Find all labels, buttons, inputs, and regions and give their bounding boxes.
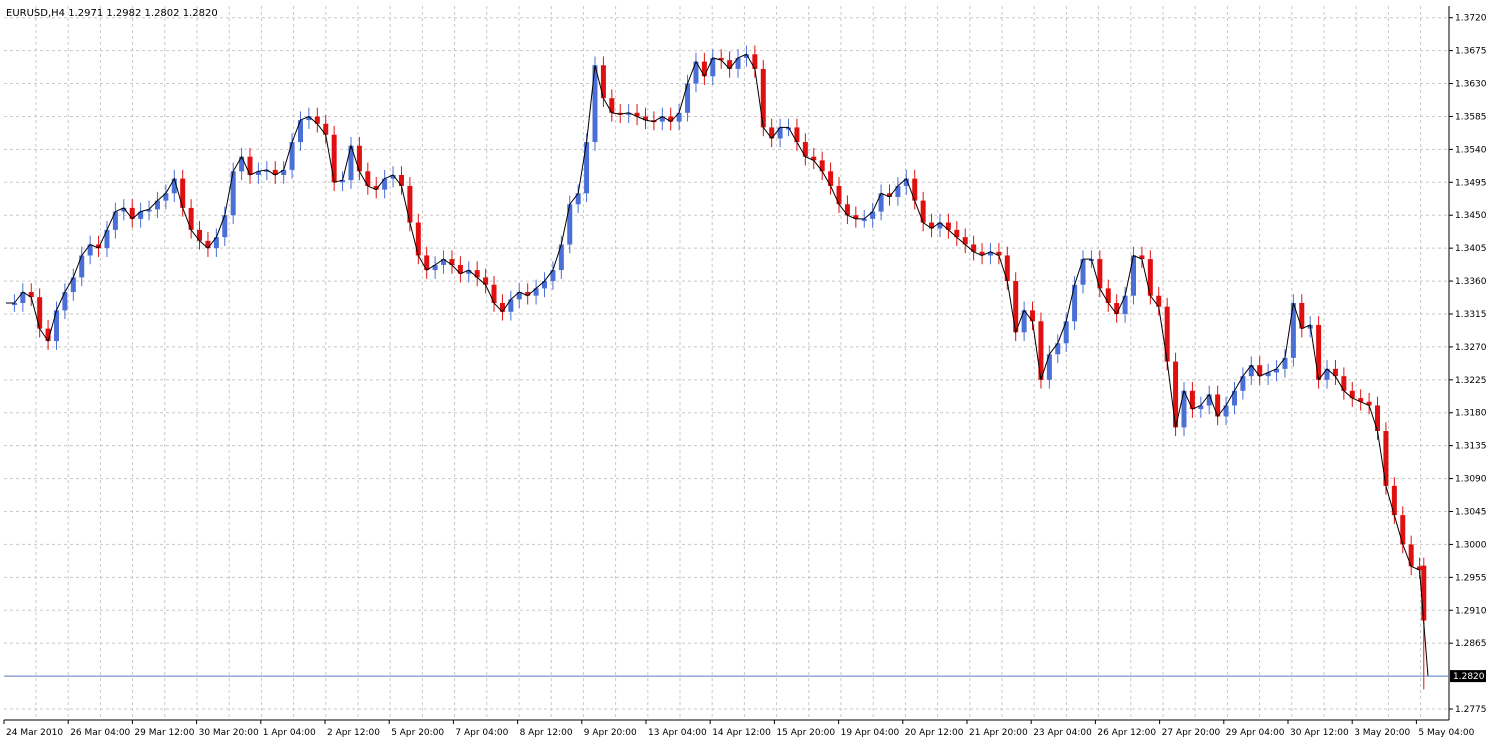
candle-body [1421,565,1427,621]
y-tick-label: 1.3360 [1455,277,1487,287]
y-tick-label: 1.3540 [1455,145,1487,155]
candle-body [760,68,766,128]
y-tick-label: 1.3180 [1455,409,1487,419]
candle-body [584,142,590,194]
x-tick-label: 15 Apr 20:00 [776,728,835,738]
x-tick-label: 3 May 20:00 [1354,728,1410,738]
y-tick-label: 1.3675 [1455,47,1487,57]
candle-body [1173,361,1179,428]
x-tick-label: 20 Apr 12:00 [905,728,964,738]
y-tick-label: 1.2865 [1455,639,1487,649]
x-tick-label: 26 Mar 04:00 [70,728,130,738]
y-tick-label: 1.3135 [1455,442,1487,452]
y-tick-label: 1.3000 [1455,540,1487,550]
chart-window[interactable]: 1.2820 1.3720 1.3675 1.3630 1.3585 1.3540 1.3… [0,0,1488,743]
price-chart[interactable]: 1.2820 1.37201.36751.36301.35851.35401.3… [0,0,1488,743]
x-tick-label: 14 Apr 12:00 [712,728,771,738]
x-tick-label: 29 Mar 12:00 [134,728,194,738]
axes-layer: 1.2820 [3,6,1486,724]
y-tick-label: 1.2775 [1455,705,1487,715]
y-tick-label: 1.3585 [1455,112,1487,122]
chart-title: EURUSD,H4 1.2971 1.2982 1.2802 1.2820 [6,8,218,19]
candle-body [1400,515,1406,545]
y-tick-label: 1.3720 [1455,14,1487,24]
y-tick-label: 1.3630 [1455,80,1487,90]
y-tick-label: 1.2910 [1455,606,1487,616]
x-tick-label: 8 Apr 12:00 [520,728,573,738]
candles-layer [11,45,1427,690]
x-tick-label: 9 Apr 20:00 [584,728,637,738]
candle-body [1164,306,1170,362]
x-axis-labels: 24 Mar 2010 26 Mar 04:00 29 Mar 12:00 30 Ma… [6,728,1475,738]
x-tick-label: 23 Apr 04:00 [1033,728,1092,738]
y-tick-label: 1.3090 [1455,475,1487,485]
grid-layer [4,6,1449,720]
y-tick-label: 1.3495 [1455,178,1487,188]
y-tick-label: 1.2955 [1455,573,1487,583]
y-axis-labels: 1.3720 1.3675 1.3630 1.3585 1.3540 1.3495 1.34… [1455,14,1487,715]
x-tick-label: 5 Apr 20:00 [391,728,444,738]
x-tick-label: 30 Apr 12:00 [1290,728,1349,738]
price-line-layer [6,53,1429,677]
current-price-label: 1.2820 [1453,672,1485,682]
x-tick-label: 13 Apr 04:00 [648,728,707,738]
candle-body [407,185,413,223]
candle-body [567,204,573,245]
x-tick-label: 21 Apr 20:00 [969,728,1028,738]
x-tick-label: 30 Mar 20:00 [199,728,259,738]
y-tick-label: 1.3270 [1455,343,1487,353]
x-tick-label: 24 Mar 2010 [6,728,63,738]
x-tick-label: 27 Apr 20:00 [1162,728,1221,738]
y-tick-label: 1.3045 [1455,508,1487,518]
x-tick-label: 7 Apr 04:00 [455,728,508,738]
x-tick-label: 26 Apr 12:00 [1097,728,1156,738]
y-tick-label: 1.3225 [1455,376,1487,386]
x-tick-label: 1 Apr 04:00 [263,728,316,738]
candle-body [331,134,337,183]
y-tick-label: 1.3450 [1455,211,1487,221]
x-tick-label: 2 Apr 12:00 [327,728,380,738]
candle-body [1290,303,1296,358]
y-tick-label: 1.3315 [1455,310,1487,320]
close-price-line [6,53,1429,677]
x-tick-label: 5 May 04:00 [1418,728,1474,738]
x-tick-label: 29 Apr 04:00 [1226,728,1285,738]
x-tick-label: 19 Apr 04:00 [841,728,900,738]
y-tick-label: 1.3405 [1455,244,1487,254]
candle-body [37,297,43,329]
